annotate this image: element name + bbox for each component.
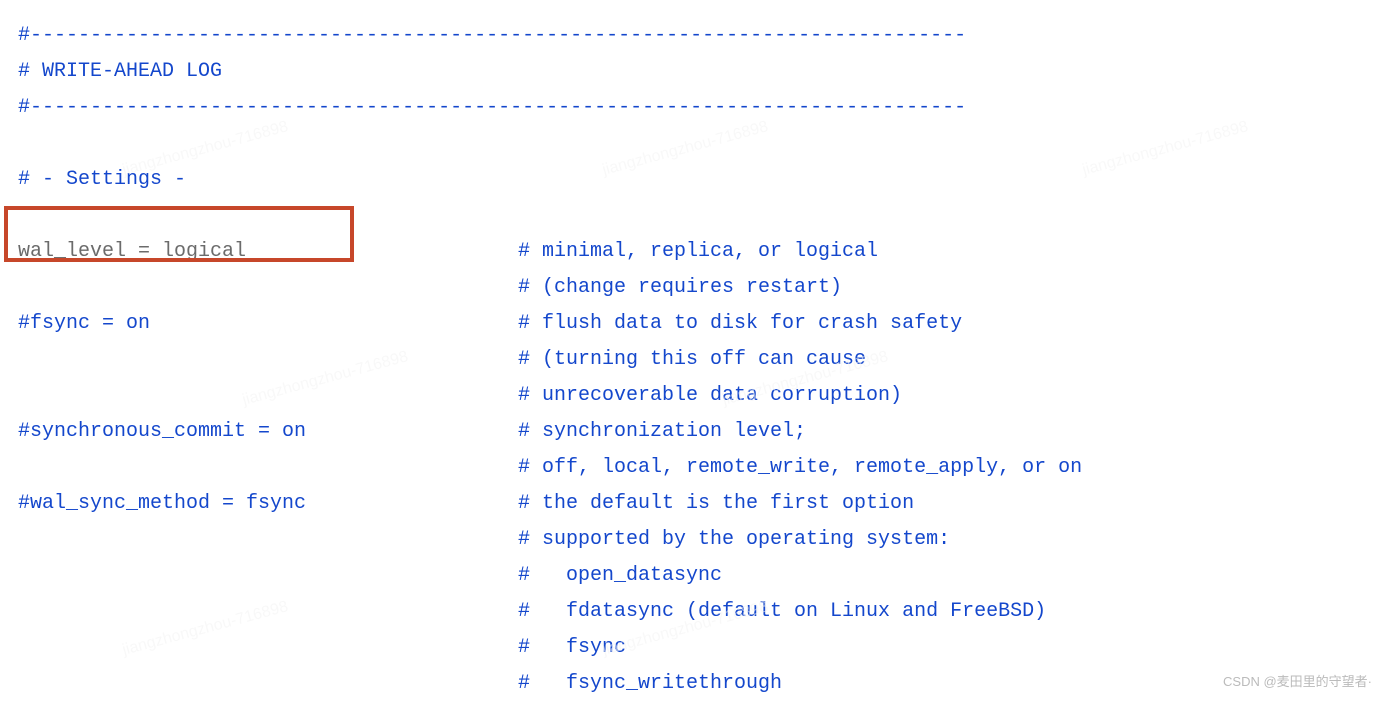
config-line-left: #synchronous_commit = on	[18, 414, 518, 450]
config-line-left: #---------------------------------------…	[18, 90, 518, 126]
config-line: #wal_sync_method = fsync# the default is…	[18, 486, 1370, 522]
config-line-right: # unrecoverable data corruption)	[518, 378, 902, 414]
config-line	[18, 126, 1370, 162]
config-line-left: #wal_sync_method = fsync	[18, 486, 518, 522]
config-line-right: # flush data to disk for crash safety	[518, 306, 962, 342]
config-line: wal_level = logical# minimal, replica, o…	[18, 234, 1370, 270]
config-line-right: # open_datasync	[518, 558, 722, 594]
config-line: # (change requires restart)	[18, 270, 1370, 306]
config-line: # - Settings -	[18, 162, 1370, 198]
config-line-right: # supported by the operating system:	[518, 522, 950, 558]
config-line	[18, 198, 1370, 234]
config-line-left: wal_level = logical	[18, 234, 518, 270]
config-file-content: #---------------------------------------…	[18, 18, 1370, 702]
config-line: # supported by the operating system:	[18, 522, 1370, 558]
config-line: # fsync	[18, 630, 1370, 666]
config-line-left: #---------------------------------------…	[18, 18, 518, 54]
config-line: # fdatasync (default on Linux and FreeBS…	[18, 594, 1370, 630]
config-line: #---------------------------------------…	[18, 90, 1370, 126]
config-line-left: # - Settings -	[18, 162, 518, 198]
config-line-right: # fsync_writethrough	[518, 666, 782, 702]
config-line-right: # off, local, remote_write, remote_apply…	[518, 450, 1082, 486]
config-line: # open_datasync	[18, 558, 1370, 594]
config-line-right: # minimal, replica, or logical	[518, 234, 878, 270]
config-line-right: # (change requires restart)	[518, 270, 842, 306]
config-line-right: # fsync	[518, 630, 626, 666]
config-line: # fsync_writethrough	[18, 666, 1370, 702]
config-line-right: # fdatasync (default on Linux and FreeBS…	[518, 594, 1046, 630]
config-line: # WRITE-AHEAD LOG	[18, 54, 1370, 90]
config-line: # (turning this off can cause	[18, 342, 1370, 378]
config-line-right: # synchronization level;	[518, 414, 806, 450]
config-line-right: # the default is the first option	[518, 486, 914, 522]
config-line-left: # WRITE-AHEAD LOG	[18, 54, 518, 90]
config-line-right: # (turning this off can cause	[518, 342, 866, 378]
config-line: #---------------------------------------…	[18, 18, 1370, 54]
config-line: #fsync = on# flush data to disk for cras…	[18, 306, 1370, 342]
config-line-left: #fsync = on	[18, 306, 518, 342]
config-line: #synchronous_commit = on# synchronizatio…	[18, 414, 1370, 450]
config-line: # off, local, remote_write, remote_apply…	[18, 450, 1370, 486]
csdn-watermark: CSDN @麦田里的守望者·	[1223, 671, 1372, 690]
config-line: # unrecoverable data corruption)	[18, 378, 1370, 414]
